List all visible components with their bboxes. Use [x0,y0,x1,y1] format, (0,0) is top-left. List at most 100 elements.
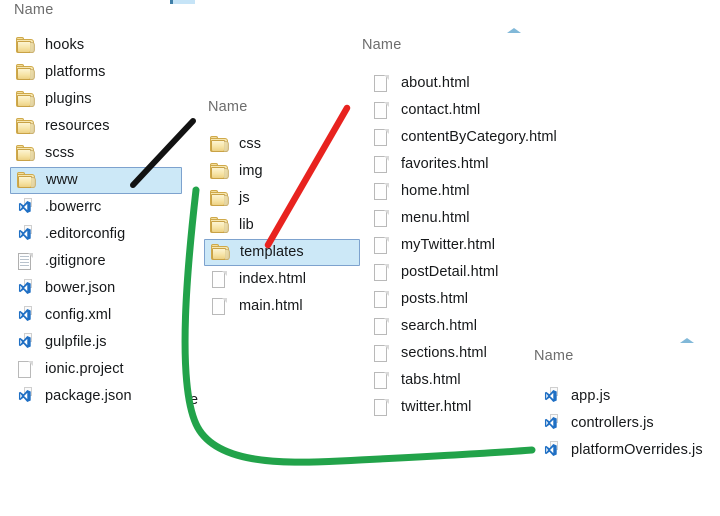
list-item[interactable]: main.html [204,293,360,320]
list-item[interactable]: bower.json [10,275,182,302]
list-item[interactable]: favorites.html [366,151,536,178]
list-item[interactable]: twitter.html [366,394,536,421]
list-item[interactable]: contact.html [366,97,536,124]
list-item[interactable]: .gitignore [10,248,182,275]
blank-file-icon [372,183,391,200]
sort-ascending-icon[interactable] [680,338,694,343]
item-label: .editorconfig [45,226,126,243]
pane-templates: Name about.html contact.html contentByCa… [362,0,557,516]
list-item[interactable]: tabs.html [366,367,536,394]
blank-file-icon [372,291,391,308]
list-item[interactable]: scss [10,140,182,167]
list-item[interactable]: app.js [536,383,720,410]
item-label: bower.json [45,280,116,297]
list-item[interactable]: contentByCategory.html [366,124,557,151]
column-header-name-1[interactable]: Name [14,2,53,18]
list-item[interactable]: postDetail.html [366,259,536,286]
blank-file-icon [16,361,35,378]
list-item[interactable]: ionic.project [10,356,182,383]
list-item[interactable]: resources [10,113,182,140]
clipped-text-fragment: te [186,392,199,408]
file-list-templates: about.html contact.html contentByCategor… [366,70,557,421]
list-item[interactable]: controllers.js [536,410,720,437]
list-item[interactable]: index.html [204,266,360,293]
list-item[interactable]: menu.html [366,205,536,232]
column-header-name-4[interactable]: Name [534,348,573,364]
vs-file-icon [542,414,561,432]
item-label: favorites.html [401,156,489,173]
sort-ascending-icon[interactable] [507,28,521,33]
item-label: app.js [571,388,611,405]
blank-file-icon [210,298,229,315]
file-list-js: app.js controllers.js platformOverrides.… [536,383,720,464]
blank-file-icon [372,345,391,362]
item-label: lib [239,217,254,234]
vs-file-icon [542,441,561,459]
item-label: home.html [401,183,470,200]
list-item[interactable]: config.xml [10,302,182,329]
vs-file-icon [16,306,35,324]
list-item[interactable]: lib [204,212,360,239]
list-item[interactable]: hooks [10,32,182,59]
blank-file-icon [372,372,391,389]
blank-file-icon [372,129,391,146]
column-header-name-2[interactable]: Name [208,99,247,115]
list-item[interactable]: sections.html [366,340,536,367]
list-item[interactable]: platforms [10,59,182,86]
item-label: plugins [45,91,92,108]
item-label: main.html [239,298,303,315]
blank-file-icon [372,399,391,416]
blank-file-icon [372,75,391,92]
pane-js: Name app.js controllers.js platformOverr… [530,0,720,516]
list-item[interactable]: package.json [10,383,182,410]
item-label: tabs.html [401,372,461,389]
item-label: menu.html [401,210,470,227]
list-item[interactable]: img [204,158,360,185]
blank-file-icon [372,102,391,119]
list-item-selected-templates[interactable]: templates [204,239,360,266]
file-list-www: css img js lib templates index.html main… [204,131,360,320]
folder-icon [210,217,229,234]
list-item[interactable]: js [204,185,360,212]
list-item[interactable]: plugins [10,86,182,113]
folder-icon [210,190,229,207]
blank-file-icon [372,237,391,254]
item-label: www [46,172,78,189]
list-item[interactable]: about.html [366,70,536,97]
list-item[interactable]: .bowerrc [10,194,182,221]
vs-file-icon [16,387,35,405]
folder-icon [211,244,230,261]
item-label: .gitignore [45,253,106,270]
item-label: postDetail.html [401,264,499,281]
blank-file-icon [372,318,391,335]
vs-file-icon [16,333,35,351]
list-item[interactable]: css [204,131,360,158]
item-label: index.html [239,271,307,288]
vs-file-icon [542,387,561,405]
folder-icon [210,136,229,153]
list-item[interactable]: posts.html [366,286,536,313]
item-label: twitter.html [401,399,472,416]
item-label: controllers.js [571,415,654,432]
list-item[interactable]: search.html [366,313,536,340]
list-item[interactable]: .editorconfig [10,221,182,248]
list-item[interactable]: home.html [366,178,536,205]
folder-icon [17,172,36,189]
item-label: ionic.project [45,361,124,378]
item-label: .bowerrc [45,199,102,216]
item-label: sections.html [401,345,487,362]
item-label: search.html [401,318,478,335]
column-header-name-3[interactable]: Name [362,37,401,53]
blank-file-icon [372,156,391,173]
list-item-selected-www[interactable]: www [10,167,182,194]
vs-file-icon [16,198,35,216]
item-label: templates [240,244,304,261]
item-label: platforms [45,64,106,81]
text-file-icon [16,253,35,270]
pane-project-root: Name hooks platforms plugins resources s… [0,0,190,516]
list-item[interactable]: gulpfile.js [10,329,182,356]
list-item[interactable]: myTwitter.html [366,232,536,259]
item-label: about.html [401,75,470,92]
item-label: scss [45,145,75,162]
list-item[interactable]: platformOverrides.js [536,437,720,464]
